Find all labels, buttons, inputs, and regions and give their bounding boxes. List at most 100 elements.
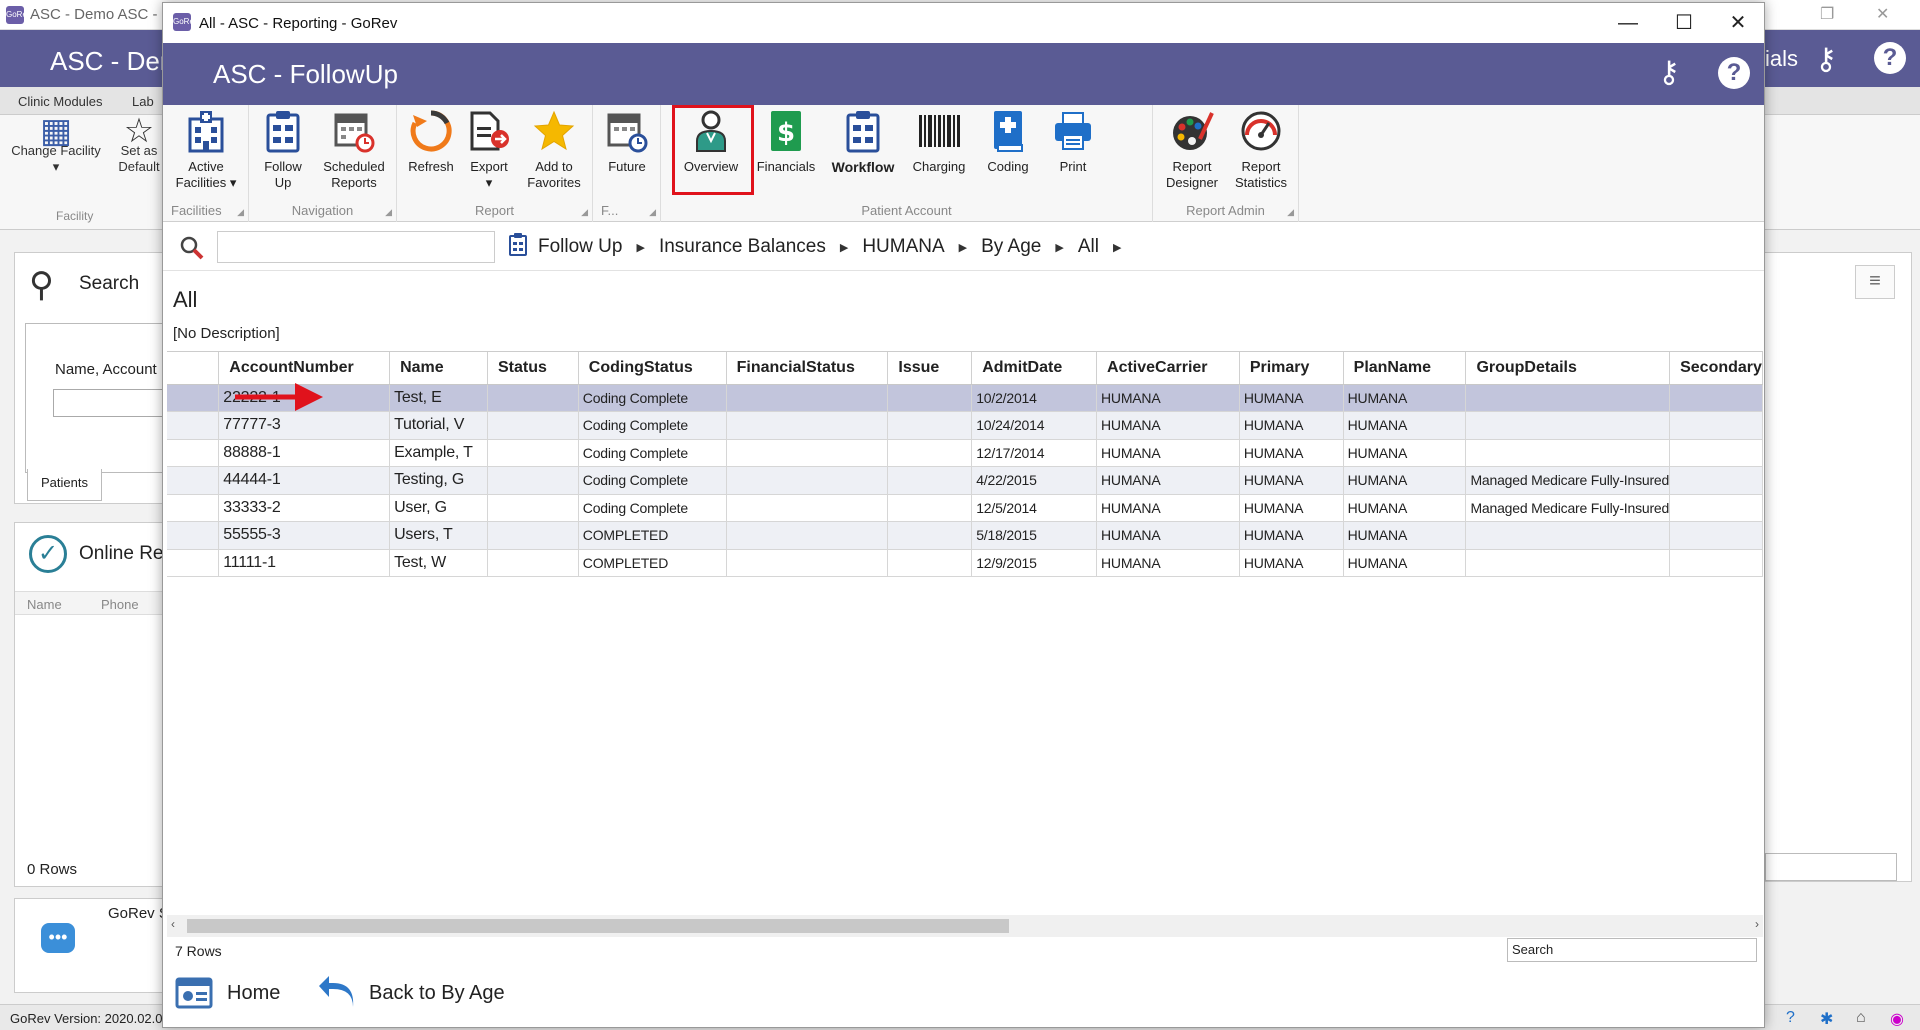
column-header[interactable]: Name	[389, 352, 488, 385]
active-facilities-button[interactable]: Active Facilities ▾	[169, 109, 243, 191]
row-indicator[interactable]	[167, 439, 220, 467]
table-cell[interactable]: HUMANA	[1343, 494, 1467, 522]
scheduled-reports-button[interactable]: Scheduled Reports	[313, 109, 395, 191]
table-cell[interactable]	[887, 521, 973, 550]
table-cell[interactable]	[487, 466, 579, 495]
minimize-button[interactable]: —	[1600, 3, 1656, 43]
column-header[interactable]: GroupDetails	[1465, 352, 1671, 385]
table-cell[interactable]: 12/17/2014	[971, 439, 1098, 467]
restore-icon[interactable]: ❐	[1820, 4, 1834, 24]
dialog-launcher-icon[interactable]: ◢	[649, 207, 656, 218]
table-cell[interactable]: HUMANA	[1239, 494, 1344, 522]
table-cell[interactable]	[887, 466, 973, 495]
table-row[interactable]: 44444-1 Testing, G Coding Complete 4/22/201…	[167, 466, 1763, 495]
help-circle-icon[interactable]: ?	[1786, 1009, 1795, 1027]
tab-lab[interactable]: Lab	[132, 94, 154, 109]
bug-icon[interactable]: ✱	[1820, 1009, 1833, 1029]
table-cell[interactable]: HUMANA	[1096, 521, 1240, 550]
table-cell[interactable]	[1465, 521, 1671, 550]
table-cell[interactable]	[726, 439, 889, 467]
back-button[interactable]: Back to By Age	[317, 975, 505, 1011]
hamburger-menu-icon[interactable]: ≡	[1855, 265, 1895, 299]
table-cell[interactable]	[1669, 466, 1763, 495]
table-cell[interactable]: 10/24/2014	[971, 411, 1098, 440]
table-cell[interactable]: HUMANA	[1239, 549, 1344, 577]
chat-icon[interactable]: •••	[41, 923, 75, 953]
table-cell[interactable]	[726, 384, 889, 412]
tab-clinic-modules[interactable]: Clinic Modules	[18, 94, 103, 109]
table-cell[interactable]: HUMANA	[1239, 439, 1344, 467]
table-cell[interactable]: HUMANA	[1239, 384, 1344, 412]
row-indicator[interactable]	[167, 384, 220, 412]
table-cell[interactable]: 11111-1	[218, 549, 391, 577]
table-cell[interactable]	[487, 549, 579, 577]
add-to-favorites-button[interactable]: Add to Favorites	[519, 109, 589, 191]
table-cell[interactable]	[1669, 521, 1763, 550]
keys-icon[interactable]: ⚷	[1815, 42, 1837, 77]
column-name[interactable]: Name	[27, 597, 62, 612]
table-cell[interactable]: 12/5/2014	[971, 494, 1098, 522]
table-cell[interactable]	[726, 521, 889, 550]
table-row[interactable]: 88888-1 Example, T Coding Complete 12/17/20…	[167, 439, 1763, 467]
table-cell[interactable]	[887, 494, 973, 522]
dialog-launcher-icon[interactable]: ◢	[581, 207, 588, 218]
column-phone[interactable]: Phone	[101, 597, 139, 612]
table-cell[interactable]: HUMANA	[1343, 521, 1467, 550]
table-cell[interactable]: 5/18/2015	[971, 521, 1098, 550]
table-cell[interactable]: HUMANA	[1239, 411, 1344, 440]
table-cell[interactable]	[1465, 549, 1671, 577]
table-cell[interactable]: Managed Medicare Fully-Insured	[1465, 494, 1671, 522]
row-indicator[interactable]	[167, 521, 220, 550]
table-cell[interactable]	[1669, 494, 1763, 522]
table-cell[interactable]: COMPLETED	[578, 549, 727, 577]
breadcrumb-all[interactable]: All	[1078, 236, 1099, 258]
table-cell[interactable]	[1465, 411, 1671, 440]
table-cell[interactable]: HUMANA	[1239, 466, 1344, 495]
table-cell[interactable]: COMPLETED	[578, 521, 727, 550]
breadcrumb-humana[interactable]: HUMANA	[862, 236, 944, 258]
refresh-button[interactable]: Refresh	[403, 109, 459, 175]
keys-icon[interactable]: ⚷	[1658, 55, 1680, 90]
table-cell[interactable]: HUMANA	[1096, 494, 1240, 522]
table-cell[interactable]: HUMANA	[1096, 384, 1240, 412]
table-cell[interactable]: Tutorial, V	[389, 411, 488, 440]
table-cell[interactable]	[726, 466, 889, 495]
color-wheel-icon[interactable]: ◉	[1890, 1009, 1904, 1029]
table-cell[interactable]	[726, 494, 889, 522]
table-cell[interactable]: 88888-1	[218, 439, 391, 467]
horizontal-scrollbar[interactable]: ‹ ›	[167, 915, 1763, 937]
column-header[interactable]: Secondary	[1669, 352, 1763, 385]
table-cell[interactable]	[726, 549, 889, 577]
table-cell[interactable]: User, G	[389, 494, 488, 522]
table-cell[interactable]: Testing, G	[389, 466, 488, 495]
scrollbar-thumb[interactable]	[187, 919, 1009, 933]
table-cell[interactable]	[1669, 384, 1763, 412]
column-header[interactable]: Issue	[887, 352, 973, 385]
table-row[interactable]: 22222-1Test, ECoding Complete10/2/2014HU…	[167, 384, 1763, 412]
table-cell[interactable]: HUMANA	[1343, 384, 1467, 412]
search-input[interactable]	[217, 231, 495, 263]
change-facility-button[interactable]: ▦ Change Facility ▾	[8, 114, 104, 175]
financials-button[interactable]: $ Financials	[751, 109, 821, 175]
breadcrumb-insurance-balances[interactable]: Insurance Balances	[659, 236, 826, 258]
table-cell[interactable]	[487, 411, 579, 440]
table-cell[interactable]: 44444-1	[218, 466, 391, 495]
column-header[interactable]: AdmitDate	[971, 352, 1098, 385]
report-designer-button[interactable]: Report Designer	[1159, 109, 1225, 191]
table-cell[interactable]	[1669, 411, 1763, 440]
table-row[interactable]: 55555-3 Users, T COMPLETED 5/18/2015 HUMANA H…	[167, 521, 1763, 550]
table-cell[interactable]: HUMANA	[1343, 466, 1467, 495]
table-cell[interactable]: HUMANA	[1239, 521, 1344, 550]
home-button[interactable]: Home	[175, 975, 280, 1011]
table-cell[interactable]: Managed Medicare Fully-Insured	[1465, 466, 1671, 495]
scroll-right-icon[interactable]: ›	[1755, 917, 1759, 931]
table-cell[interactable]: 4/22/2015	[971, 466, 1098, 495]
table-cell[interactable]	[487, 521, 579, 550]
table-row[interactable]: 77777-3 Tutorial, V Coding Complete 10/24/2…	[167, 411, 1763, 440]
dialog-launcher-icon[interactable]: ◢	[1287, 207, 1294, 218]
table-cell[interactable]	[487, 439, 579, 467]
breadcrumb-separator-icon[interactable]: ▶	[1113, 241, 1121, 254]
breadcrumb-by-age[interactable]: By Age	[981, 236, 1041, 258]
close-button[interactable]: ✕	[1710, 3, 1764, 43]
table-row[interactable]: 33333-2 User, G Coding Complete 12/5/2014 HU…	[167, 494, 1763, 522]
